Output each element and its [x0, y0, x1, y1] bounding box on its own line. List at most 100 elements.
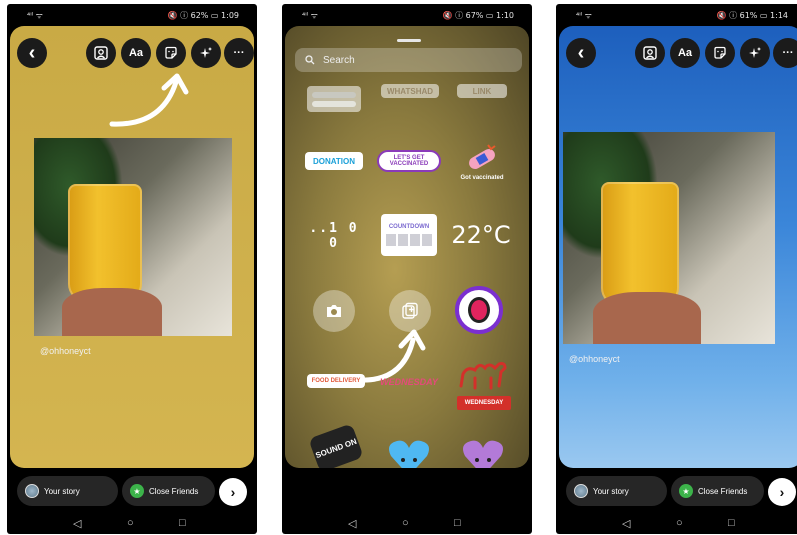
system-nav-bar: ◁ ○ □	[7, 516, 257, 534]
bandage-icon	[469, 144, 496, 169]
text-tool-label: Aa	[128, 47, 144, 59]
close-friends-label: Close Friends	[698, 486, 748, 496]
sticker-got-vaccinated-label: Got vaccinated	[460, 175, 504, 181]
chevron-right-icon: ›	[779, 484, 785, 500]
battery-time-indicator: 🔇 ⓘ 61% ▭ 1:14	[716, 11, 788, 20]
signal-indicator: ⁴ᴵˡ ᯤ	[302, 11, 318, 20]
search-icon	[305, 55, 315, 65]
text-tool-button[interactable]: Aa	[121, 38, 151, 68]
nav-home-button[interactable]: ○	[402, 517, 409, 529]
sticker-tray-screen: ⁴ᴵˡ ᯤ 🔇 ⓘ 67% ▭ 1:10 Search WHATSHAD LIN…	[282, 4, 532, 534]
battery-time-indicator: 🔇 ⓘ 62% ▭ 1:09	[167, 11, 239, 20]
nav-home-button[interactable]: ○	[127, 517, 134, 529]
story-photo[interactable]	[34, 138, 232, 336]
nav-back-button[interactable]: ◁	[622, 517, 630, 530]
story-canvas[interactable]: ‹ Aa ··· @ohhoneyct	[10, 26, 254, 468]
sticker-temperature[interactable]: 22°C	[451, 220, 511, 250]
photo-juice-glass	[68, 184, 142, 302]
sticker-poll[interactable]	[307, 86, 361, 112]
sticker-donation[interactable]: DONATION	[305, 152, 363, 170]
heart-purple-icon[interactable]	[461, 438, 505, 468]
sticker-wednesday-badge[interactable]: WEDNESDAY	[457, 396, 511, 410]
back-button[interactable]: ‹	[566, 38, 596, 68]
share-bar: Your story ★ Close Friends ›	[556, 470, 797, 516]
photo-hand	[593, 292, 701, 344]
story-editor-screen-yellow: ⁴ᴵˡ ᯤ 🔇 ⓘ 62% ▭ 1:09 ‹ Aa ··· @ohhoneyct	[7, 4, 257, 534]
system-nav-bar: ◁ ○ □	[282, 516, 532, 534]
camera-sticker-button[interactable]	[313, 290, 355, 332]
person-square-icon	[643, 46, 657, 60]
heart-blue-icon[interactable]	[387, 438, 431, 468]
signal-indicator: ⁴ᴵˡ ᯤ	[576, 11, 592, 20]
more-options-button[interactable]: ···	[773, 38, 797, 68]
sticker-wednesday-script[interactable]: WEDNESDAY	[377, 374, 441, 390]
your-story-button[interactable]: Your story	[17, 476, 118, 506]
text-tool-label: Aa	[677, 47, 693, 59]
sticker-tray: Search WHATSHAD LINK DONATION LET'S GET …	[285, 26, 529, 468]
sticker-countdown[interactable]: COUNTDOWN	[381, 214, 437, 256]
mention-button[interactable]	[86, 38, 116, 68]
next-button[interactable]: ›	[768, 478, 796, 506]
sticker-button[interactable]	[705, 38, 735, 68]
search-placeholder: Search	[323, 54, 355, 66]
sticker-vaccinated-label: LET'S GET VACCINATED	[389, 155, 429, 167]
effects-button[interactable]	[191, 38, 221, 68]
nav-back-button[interactable]: ◁	[348, 517, 356, 530]
your-story-label: Your story	[593, 486, 629, 496]
photo-hand	[62, 288, 162, 336]
sticker-countdown-label: COUNTDOWN	[388, 224, 430, 230]
nav-recents-button[interactable]: □	[454, 517, 461, 529]
nav-recents-button[interactable]: □	[728, 517, 735, 529]
sticker-questions[interactable]: WHATSHAD	[381, 84, 439, 98]
mention-button[interactable]	[635, 38, 665, 68]
sticker-donation-label: DONATION	[312, 156, 356, 166]
curved-arrow-annotation	[109, 73, 189, 127]
nav-recents-button[interactable]: □	[179, 517, 186, 529]
sticker-search-input[interactable]: Search	[295, 48, 522, 72]
signal-indicator: ⁴ᴵˡ ᯤ	[27, 11, 43, 20]
battery-time-indicator: 🔇 ⓘ 67% ▭ 1:10	[442, 11, 514, 20]
close-friends-button[interactable]: ★ Close Friends	[671, 476, 764, 506]
drag-handle[interactable]	[397, 39, 421, 42]
close-friends-label: Close Friends	[149, 486, 199, 496]
effects-button[interactable]	[740, 38, 770, 68]
username-handle: @ohhoneyct	[40, 346, 91, 356]
avatar	[25, 484, 39, 498]
sticker-food-delivery[interactable]: FOOD DELIVERY	[307, 374, 365, 388]
story-photo[interactable]	[563, 132, 775, 344]
more-options-button[interactable]: ···	[224, 38, 254, 68]
sticker-sound-on[interactable]: SOUND ON	[308, 423, 364, 468]
your-story-label: Your story	[44, 486, 80, 496]
sticker-icon	[165, 46, 177, 59]
status-bar: ⁴ᴵˡ ᯤ 🔇 ⓘ 62% ▭ 1:09	[7, 4, 257, 26]
more-icon: ···	[782, 47, 794, 59]
close-friends-button[interactable]: ★ Close Friends	[122, 476, 215, 506]
photo-juice-glass	[601, 182, 679, 306]
sticker-got-vaccinated[interactable]: Got vaccinated	[457, 134, 507, 190]
sticker-mouth-gif[interactable]	[455, 286, 503, 334]
more-icon: ···	[233, 47, 245, 59]
sticker-link[interactable]: LINK	[457, 84, 507, 98]
status-bar: ⁴ᴵˡ ᯤ 🔇 ⓘ 67% ▭ 1:10	[282, 4, 532, 26]
back-button[interactable]: ‹	[17, 38, 47, 68]
text-tool-button[interactable]: Aa	[670, 38, 700, 68]
username-handle: @ohhoneyct	[569, 354, 620, 364]
system-nav-bar: ◁ ○ □	[556, 516, 797, 534]
status-bar: ⁴ᴵˡ ᯤ 🔇 ⓘ 61% ▭ 1:14	[556, 4, 797, 26]
chevron-left-icon: ‹	[577, 42, 585, 64]
chevron-left-icon: ‹	[28, 42, 36, 64]
nav-back-button[interactable]: ◁	[73, 517, 81, 530]
your-story-button[interactable]: Your story	[566, 476, 667, 506]
sparkles-icon	[749, 47, 761, 58]
next-button[interactable]: ›	[219, 478, 247, 506]
sticker-lets-get-vaccinated[interactable]: LET'S GET VACCINATED	[377, 150, 441, 172]
person-square-icon	[94, 46, 108, 60]
story-editor-screen-blue: ⁴ᴵˡ ᯤ 🔇 ⓘ 61% ▭ 1:14 ‹ Aa ··· @ohhoneyct…	[556, 4, 797, 534]
nav-home-button[interactable]: ○	[676, 517, 683, 529]
sticker-button[interactable]	[156, 38, 186, 68]
camel-icon[interactable]	[455, 356, 511, 392]
story-canvas[interactable]: ‹ Aa ··· @ohhoneyct	[559, 26, 797, 468]
sticker-music[interactable]: ..1 0 0	[305, 221, 363, 251]
avatar	[574, 484, 588, 498]
add-photo-icon	[402, 302, 418, 319]
